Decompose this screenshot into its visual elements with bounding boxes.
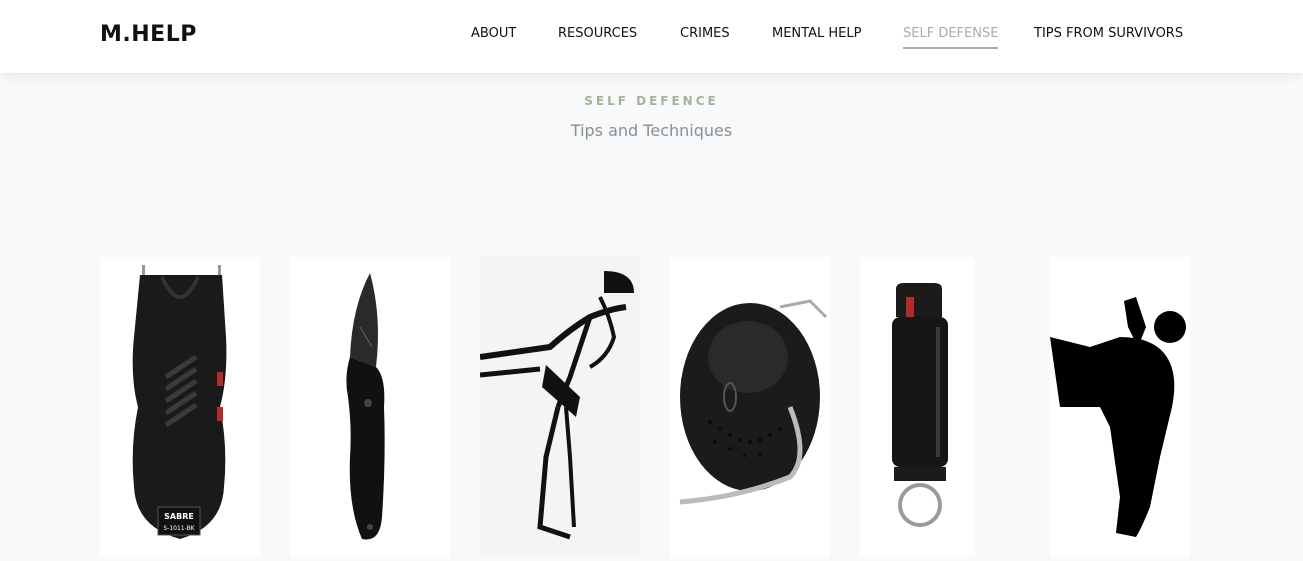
karate-kick-silhouette-icon bbox=[1050, 297, 1186, 537]
section-kicker: SELF DEFENCE bbox=[584, 94, 719, 108]
site-header: M.HELP ABOUT RESOURCES CRIMES MENTAL HEL… bbox=[0, 0, 1303, 73]
karate-side-kick-drawing-icon bbox=[480, 271, 634, 540]
stun-gun-icon: SABRE S-1011-BK bbox=[132, 265, 227, 539]
gallery-item-stun-gun[interactable]: SABRE S-1011-BK bbox=[100, 257, 260, 557]
nav-self-defense[interactable]: SELF DEFENSE bbox=[903, 26, 999, 49]
gallery-item-pepper-spray[interactable] bbox=[860, 257, 975, 557]
gallery-item-alarm[interactable] bbox=[670, 257, 830, 557]
gallery-item-knife[interactable] bbox=[290, 257, 450, 557]
main-nav: ABOUT RESOURCES CRIMES MENTAL HELP SELF … bbox=[0, 26, 1303, 56]
nav-about[interactable]: ABOUT bbox=[471, 26, 516, 41]
pepper-spray-icon bbox=[892, 283, 948, 527]
stun-gun-brand: SABRE bbox=[164, 512, 194, 521]
gallery-item-karate-silhouette[interactable] bbox=[1050, 257, 1190, 557]
stun-gun-model: S-1011-BK bbox=[163, 525, 195, 532]
gallery-item-karate-drawing[interactable] bbox=[480, 257, 640, 557]
section-title: Tips and Techniques bbox=[570, 121, 733, 140]
nav-tips-from-survivors[interactable]: TIPS FROM SURVIVORS bbox=[1034, 26, 1183, 41]
personal-alarm-icon bbox=[679, 299, 828, 505]
nav-crimes[interactable]: CRIMES bbox=[680, 26, 730, 41]
folding-knife-icon bbox=[346, 273, 385, 540]
nav-mental-help[interactable]: MENTAL HELP bbox=[772, 26, 861, 41]
nav-resources[interactable]: RESOURCES bbox=[558, 26, 637, 41]
